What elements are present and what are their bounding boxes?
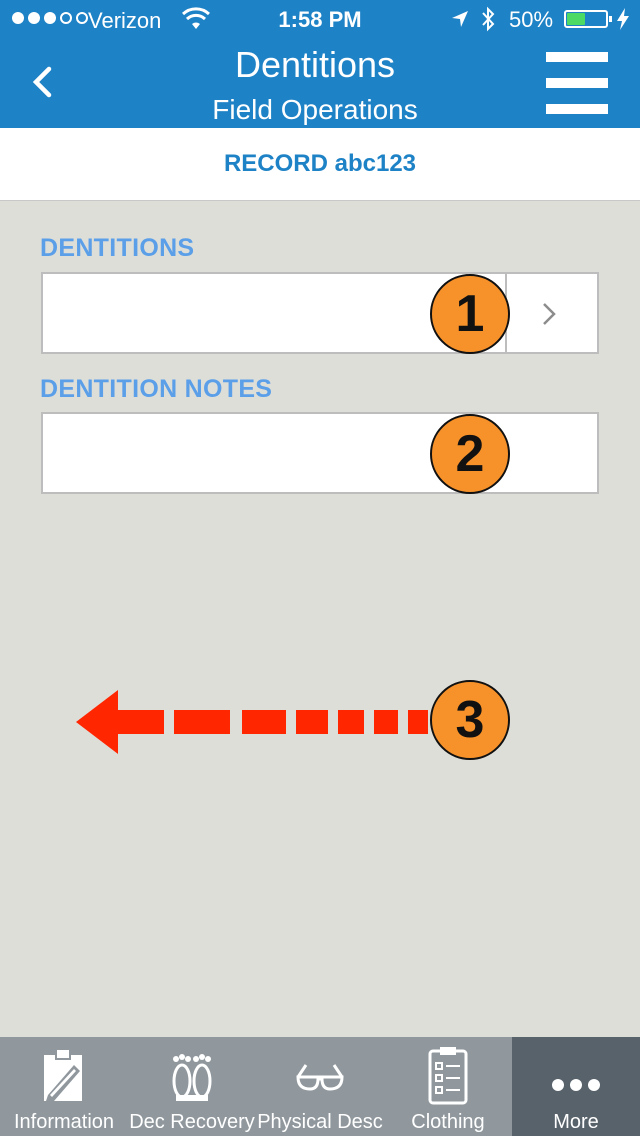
status-bar: Verizon 1:58 PM 50% — [0, 0, 640, 40]
tab-information[interactable]: Information — [0, 1037, 128, 1136]
annotation-badge-1: 1 — [430, 274, 510, 354]
chevron-right-icon — [543, 303, 556, 325]
battery-percentage: 50% — [509, 7, 554, 32]
swipe-left-arrow-annotation — [76, 690, 428, 754]
clipboard-pencil-icon — [44, 1048, 82, 1101]
tab-dec-recovery[interactable]: Dec Recovery — [128, 1037, 256, 1136]
feet-icon — [172, 1054, 212, 1101]
dentitions-select[interactable] — [41, 272, 599, 354]
record-bar: RECORD abc123 — [0, 128, 640, 201]
bluetooth-icon — [482, 6, 495, 32]
page-subtitle: Field Operations — [212, 94, 418, 125]
page-title: Dentitions — [234, 44, 396, 85]
navigation-header: Verizon 1:58 PM 50% Dentitions Field Ope… — [0, 0, 640, 128]
tab-physical-desc[interactable]: Physical Desc — [256, 1037, 384, 1136]
tab-bar: Information Dec Recovery Physical Desc C… — [0, 1037, 640, 1136]
dentition-notes-label: DENTITION NOTES — [40, 375, 273, 403]
tab-clothing[interactable]: Clothing — [384, 1037, 512, 1136]
glasses-icon — [296, 1064, 344, 1091]
tab-clothing-label: Clothing — [411, 1111, 485, 1133]
dentitions-label: DENTITIONS — [40, 234, 195, 262]
tab-more-label: More — [553, 1111, 599, 1133]
annotation-badge-2: 2 — [430, 414, 510, 494]
tab-dec-recovery-label: Dec Recovery — [129, 1111, 255, 1133]
dentition-notes-input[interactable] — [41, 412, 599, 494]
record-id: RECORD abc123 — [223, 150, 417, 177]
checklist-icon — [428, 1047, 468, 1105]
tab-physical-desc-label: Physical Desc — [257, 1111, 383, 1133]
more-dots-icon — [552, 1079, 600, 1091]
tab-information-label: Information — [13, 1111, 115, 1133]
annotation-badge-3: 3 — [430, 680, 510, 760]
hamburger-menu-button[interactable] — [546, 50, 608, 116]
charging-bolt-icon — [617, 8, 629, 30]
location-arrow-icon — [452, 11, 468, 27]
tab-more[interactable]: More — [512, 1037, 640, 1136]
battery-icon — [564, 10, 612, 28]
